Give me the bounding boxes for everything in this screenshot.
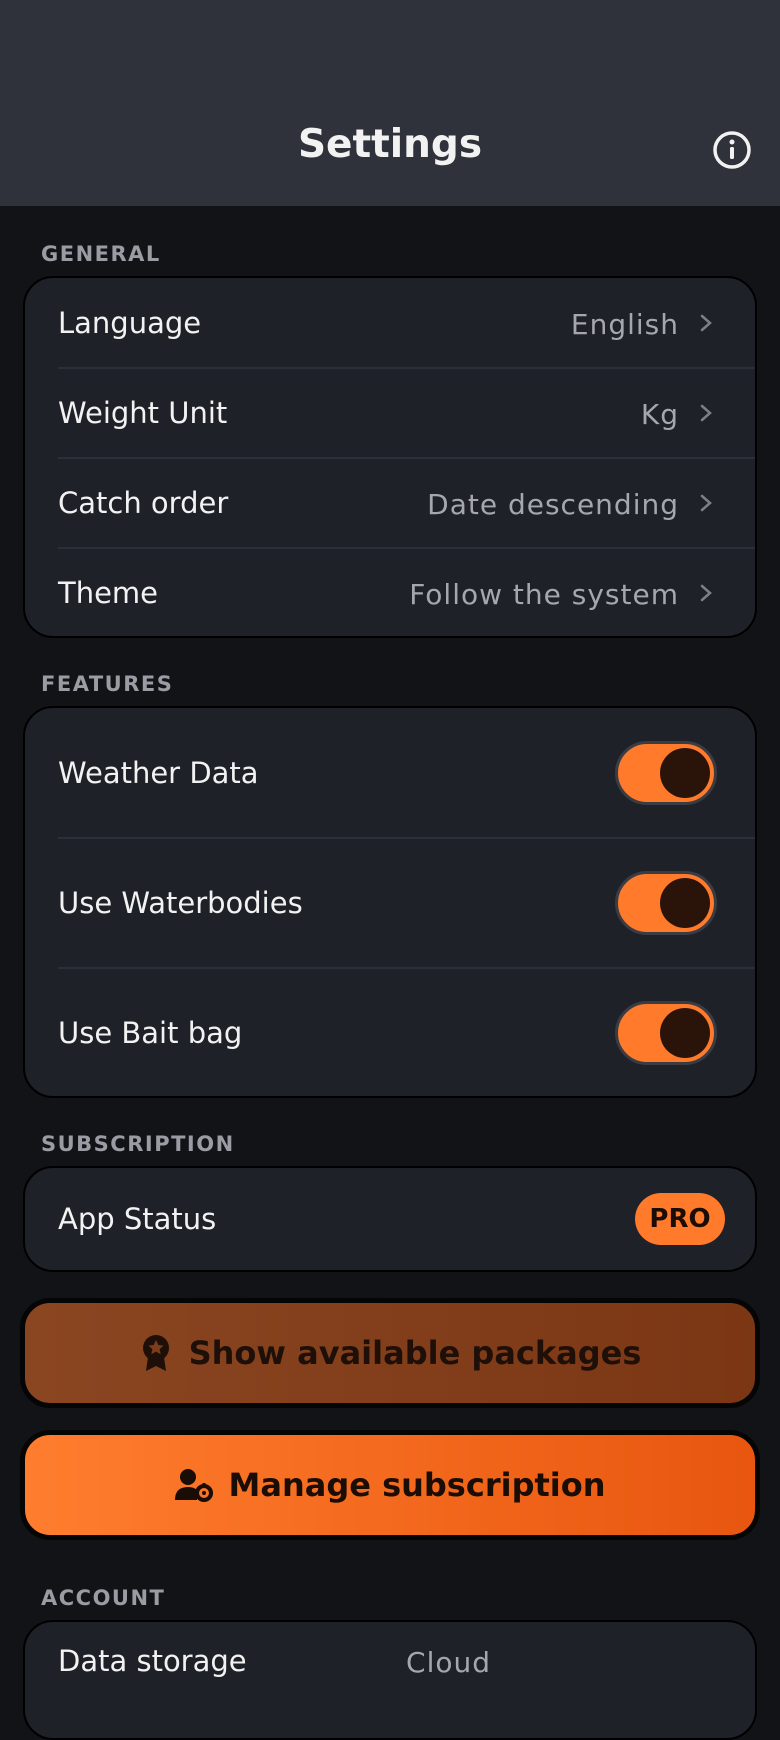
setting-value: Cloud bbox=[406, 1646, 491, 1679]
show-packages-label: Show available packages bbox=[188, 1334, 642, 1372]
use-waterbodies-toggle[interactable] bbox=[615, 871, 717, 935]
subscription-card: App Status PRO bbox=[23, 1166, 757, 1272]
section-label-subscription: SUBSCRIPTION bbox=[41, 1132, 235, 1156]
feature-label: Use Bait bag bbox=[58, 1016, 243, 1050]
show-packages-button[interactable]: Show available packages bbox=[20, 1298, 760, 1408]
chevron-right-icon bbox=[700, 404, 712, 422]
use-bait-bag-toggle[interactable] bbox=[615, 1001, 717, 1065]
setting-row-catch-order[interactable]: Catch order Date descending bbox=[25, 458, 755, 548]
setting-row-theme[interactable]: Theme Follow the system bbox=[25, 548, 755, 636]
feature-label: Weather Data bbox=[58, 756, 259, 790]
setting-row-language[interactable]: Language English bbox=[25, 278, 755, 368]
setting-value: English bbox=[570, 308, 679, 341]
chevron-right-icon bbox=[700, 584, 712, 602]
features-card: Weather Data Use Waterbodies Use Bait ba… bbox=[23, 706, 757, 1098]
award-badge-icon bbox=[142, 1335, 169, 1371]
user-gear-icon bbox=[174, 1469, 213, 1502]
general-card: Language English Weight Unit Kg Catch or… bbox=[23, 276, 757, 638]
chevron-right-icon bbox=[700, 314, 712, 332]
setting-label: Theme bbox=[58, 576, 159, 610]
toggle-knob bbox=[660, 748, 710, 798]
setting-label: Weight Unit bbox=[58, 396, 228, 430]
setting-label: Language bbox=[58, 306, 202, 340]
setting-row-data-storage[interactable]: Data storage Cloud bbox=[25, 1622, 755, 1712]
chevron-right-icon bbox=[700, 494, 712, 512]
info-circle-icon[interactable] bbox=[712, 130, 752, 170]
weather-data-toggle[interactable] bbox=[615, 741, 717, 805]
feature-label: Use Waterbodies bbox=[58, 886, 303, 920]
section-label-account: ACCOUNT bbox=[41, 1586, 166, 1610]
manage-subscription-button[interactable]: Manage subscription bbox=[20, 1430, 760, 1540]
section-label-features: FEATURES bbox=[41, 672, 174, 696]
feature-row-weather-data: Weather Data bbox=[25, 708, 755, 838]
app-status-label: App Status bbox=[58, 1202, 217, 1236]
feature-row-use-waterbodies: Use Waterbodies bbox=[25, 838, 755, 968]
toggle-knob bbox=[660, 878, 710, 928]
page-title: Settings bbox=[297, 122, 483, 167]
setting-value: Kg bbox=[640, 398, 679, 431]
pro-status-badge: PRO bbox=[635, 1193, 725, 1245]
setting-row-weight-unit[interactable]: Weight Unit Kg bbox=[25, 368, 755, 458]
setting-label: Data storage bbox=[58, 1644, 247, 1678]
manage-subscription-label: Manage subscription bbox=[228, 1466, 606, 1504]
top-app-bar: Settings bbox=[0, 0, 780, 206]
feature-row-use-bait-bag: Use Bait bag bbox=[25, 968, 755, 1096]
setting-value: Follow the system bbox=[409, 578, 679, 611]
setting-label: Catch order bbox=[58, 486, 229, 520]
toggle-knob bbox=[660, 1008, 710, 1058]
setting-value: Date descending bbox=[427, 488, 679, 521]
section-label-general: GENERAL bbox=[41, 242, 161, 266]
account-card: Data storage Cloud bbox=[23, 1620, 757, 1740]
